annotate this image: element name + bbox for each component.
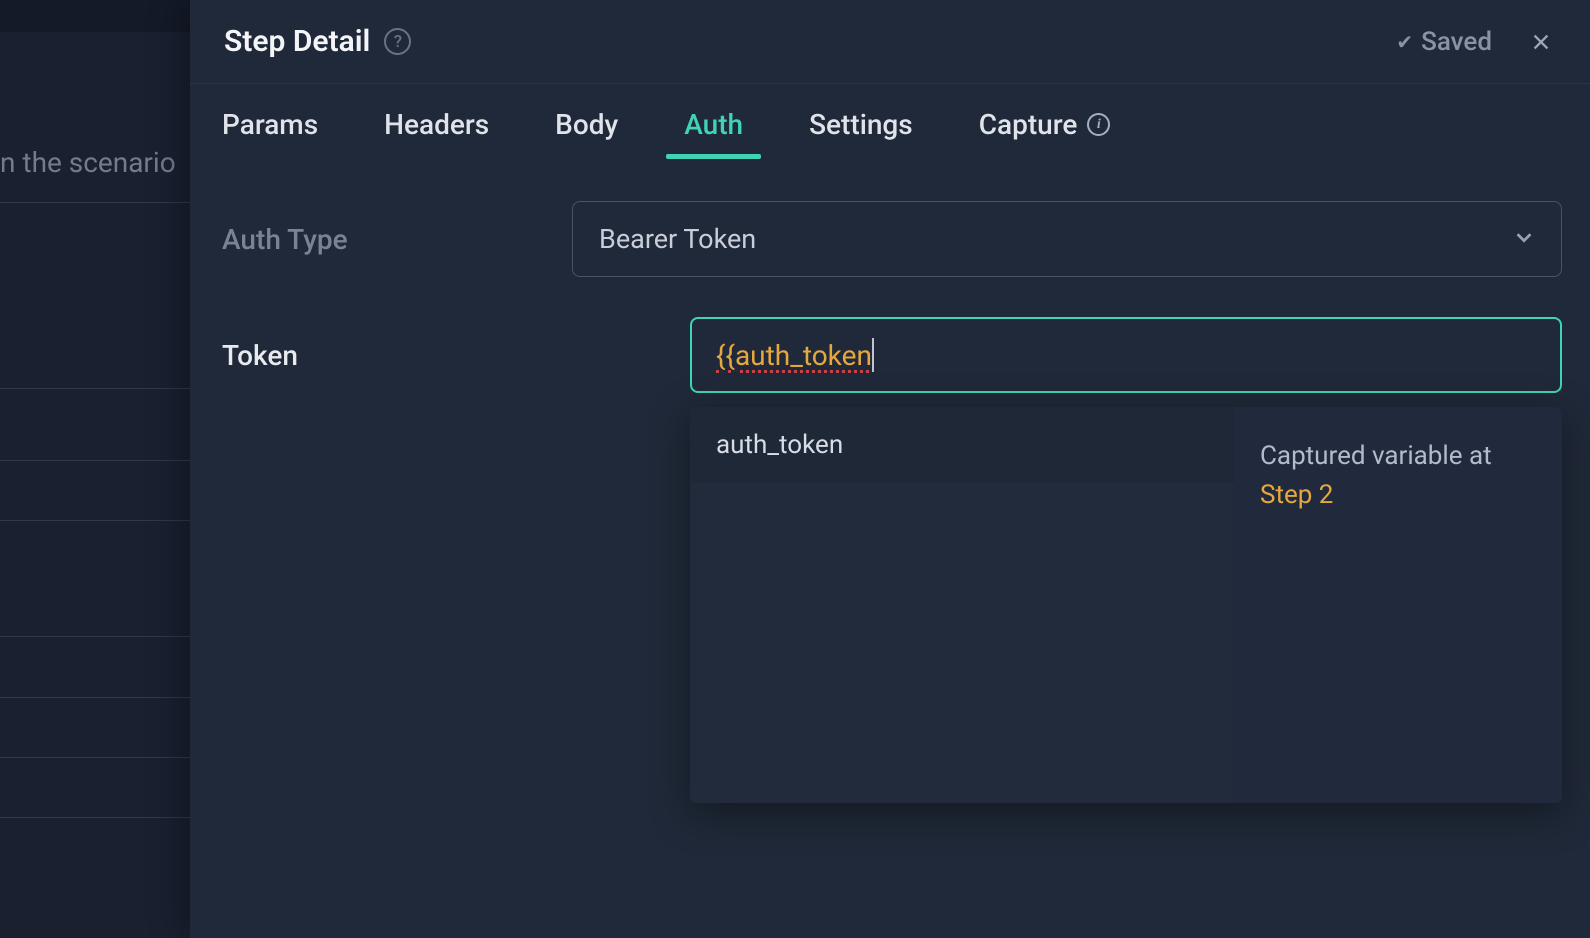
bg-divider xyxy=(0,636,190,637)
help-icon[interactable]: ? xyxy=(384,28,411,55)
dropdown-item-auth-token[interactable]: auth_token xyxy=(690,407,1234,483)
bg-divider xyxy=(0,757,190,758)
step-detail-panel: Step Detail ? ✔ Saved Params Headers Bod… xyxy=(190,0,1590,938)
background-sidebar: n the scenario xyxy=(0,0,190,938)
tab-headers[interactable]: Headers xyxy=(384,108,489,159)
auth-type-label: Auth Type xyxy=(218,223,572,256)
token-value: {{auth_token xyxy=(716,339,872,372)
token-label: Token xyxy=(218,339,572,372)
tab-params[interactable]: Params xyxy=(222,108,318,159)
bg-divider xyxy=(0,817,190,818)
close-button[interactable] xyxy=(1526,27,1556,57)
captured-text: Captured variable at Step 2 xyxy=(1260,437,1536,515)
auth-type-value: Bearer Token xyxy=(599,223,756,255)
token-row: Token {{auth_token auth_token Captured v… xyxy=(218,317,1562,393)
captured-label: Captured variable at xyxy=(1260,441,1492,471)
tab-auth[interactable]: Auth xyxy=(684,108,743,159)
saved-indicator: ✔ Saved xyxy=(1396,27,1492,57)
tab-settings[interactable]: Settings xyxy=(809,108,913,159)
check-icon: ✔ xyxy=(1396,30,1413,54)
header-left: Step Detail ? xyxy=(224,24,411,59)
tab-capture-label: Capture xyxy=(979,108,1078,141)
bg-divider xyxy=(0,520,190,521)
step-link[interactable]: Step 2 xyxy=(1260,480,1333,510)
close-icon xyxy=(1530,31,1552,53)
dropdown-list: auth_token xyxy=(690,407,1234,803)
bg-divider xyxy=(0,697,190,698)
info-icon: i xyxy=(1087,113,1110,136)
header-right: ✔ Saved xyxy=(1396,27,1556,57)
content-area: Auth Type Bearer Token Token {{auth_toke… xyxy=(190,159,1590,393)
chevron-down-icon xyxy=(1513,226,1535,252)
tab-capture[interactable]: Capture i xyxy=(979,108,1111,159)
saved-label: Saved xyxy=(1421,27,1492,57)
text-cursor xyxy=(872,338,874,372)
bg-divider xyxy=(0,202,190,203)
panel-header: Step Detail ? ✔ Saved xyxy=(190,0,1590,84)
dropdown-detail: Captured variable at Step 2 xyxy=(1234,407,1562,803)
tab-body[interactable]: Body xyxy=(555,108,618,159)
token-input[interactable]: {{auth_token xyxy=(690,317,1562,393)
auth-type-row: Auth Type Bearer Token xyxy=(218,201,1562,277)
tabs: Params Headers Body Auth Settings Captur… xyxy=(190,84,1590,159)
autocomplete-dropdown: auth_token Captured variable at Step 2 xyxy=(690,407,1562,803)
panel-title: Step Detail xyxy=(224,24,370,59)
bg-divider xyxy=(0,460,190,461)
background-text: n the scenario xyxy=(0,146,176,179)
bg-divider xyxy=(0,388,190,389)
token-label-col: Token xyxy=(218,317,690,372)
auth-type-select[interactable]: Bearer Token xyxy=(572,201,1562,277)
token-input-wrap: {{auth_token auth_token Captured variabl… xyxy=(690,317,1562,393)
